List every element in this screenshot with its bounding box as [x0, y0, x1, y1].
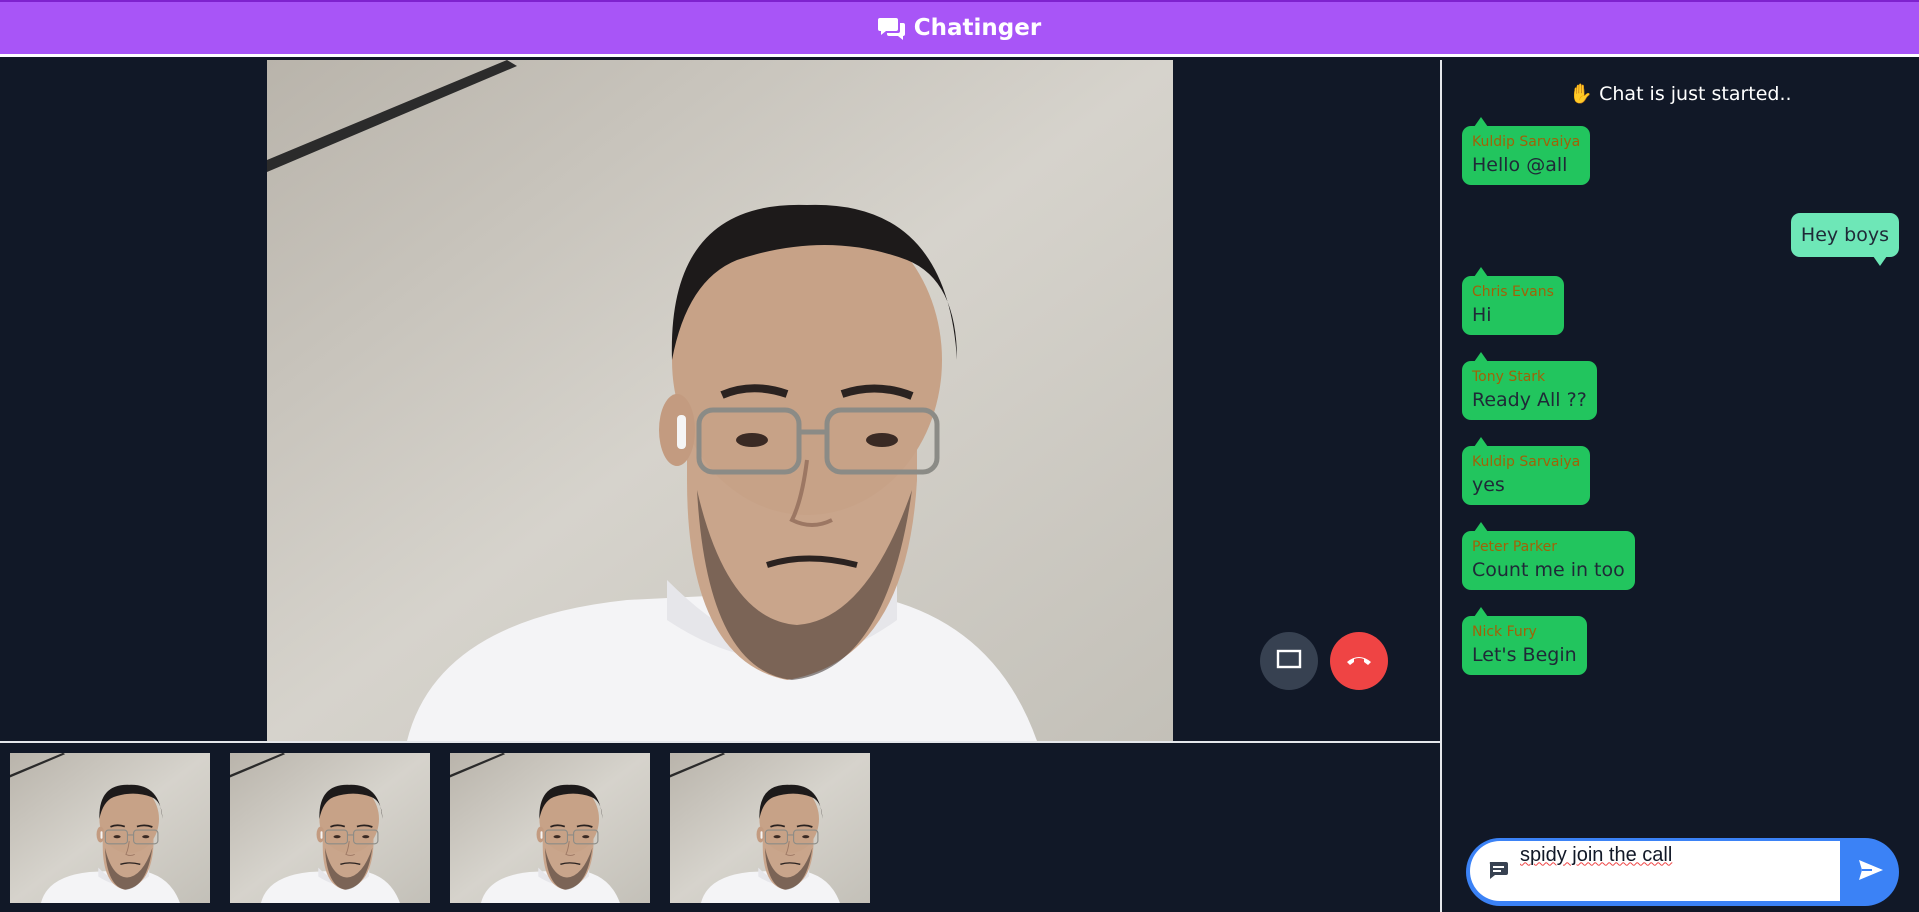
participant-thumbnail[interactable]: [10, 753, 210, 903]
chat-message: Kuldip Sarvaiya Hello @all: [1462, 117, 1591, 185]
phone-hangup-icon: [1345, 652, 1373, 671]
chat-panel: ✋ Chat is just started.. Kuldip Sarvaiya…: [1442, 60, 1919, 912]
message-sender: Kuldip Sarvaiya: [1472, 134, 1581, 150]
video-area: [0, 60, 1440, 741]
message-sender: Chris Evans: [1472, 284, 1554, 300]
screen-share-button[interactable]: [1260, 632, 1318, 690]
participant-strip: [0, 743, 1440, 912]
message-text: Hello @all: [1472, 154, 1568, 176]
message-text: yes: [1472, 474, 1505, 496]
main-video: [267, 60, 1173, 741]
my-chat-message: Hey boys: [1790, 213, 1899, 266]
chat-message: Chris Evans Hi: [1462, 267, 1564, 335]
message-sender: Nick Fury: [1472, 624, 1537, 640]
chat-bubbles-icon: [877, 16, 906, 40]
message-input[interactable]: [1520, 841, 1830, 869]
brand[interactable]: Chatinger: [877, 15, 1042, 41]
participant-thumbnail[interactable]: [230, 753, 430, 903]
app-header: Chatinger: [0, 0, 1919, 57]
participant-thumbnail[interactable]: [450, 753, 650, 903]
chat-message: Kuldip Sarvaiya yes: [1462, 437, 1591, 505]
message-text: Hey boys: [1800, 224, 1889, 246]
message-sender: Peter Parker: [1472, 539, 1557, 555]
chat-start-notice: ✋ Chat is just started..: [1569, 83, 1792, 105]
chat-message: Peter Parker Count me in too: [1462, 522, 1635, 590]
chat-message: Tony Stark Ready All ??: [1462, 352, 1597, 420]
message-icon: [1488, 861, 1512, 887]
message-sender: Tony Stark: [1472, 369, 1546, 385]
message-field: [1470, 841, 1840, 901]
brand-name: Chatinger: [913, 15, 1042, 41]
participant-thumbnail[interactable]: [670, 753, 870, 903]
message-text: Count me in too: [1472, 559, 1625, 581]
chat-message: Nick Fury Let's Begin: [1462, 607, 1587, 675]
hangup-button[interactable]: [1330, 632, 1388, 690]
message-text: Ready All ??: [1472, 389, 1587, 411]
message-composer: [1466, 838, 1899, 906]
message-text: Let's Begin: [1472, 644, 1577, 666]
screen-icon: [1276, 649, 1302, 673]
message-text: Hi: [1472, 304, 1492, 326]
send-icon: [1858, 859, 1884, 885]
message-sender: Kuldip Sarvaiya: [1472, 454, 1581, 470]
send-button[interactable]: [1842, 838, 1899, 906]
